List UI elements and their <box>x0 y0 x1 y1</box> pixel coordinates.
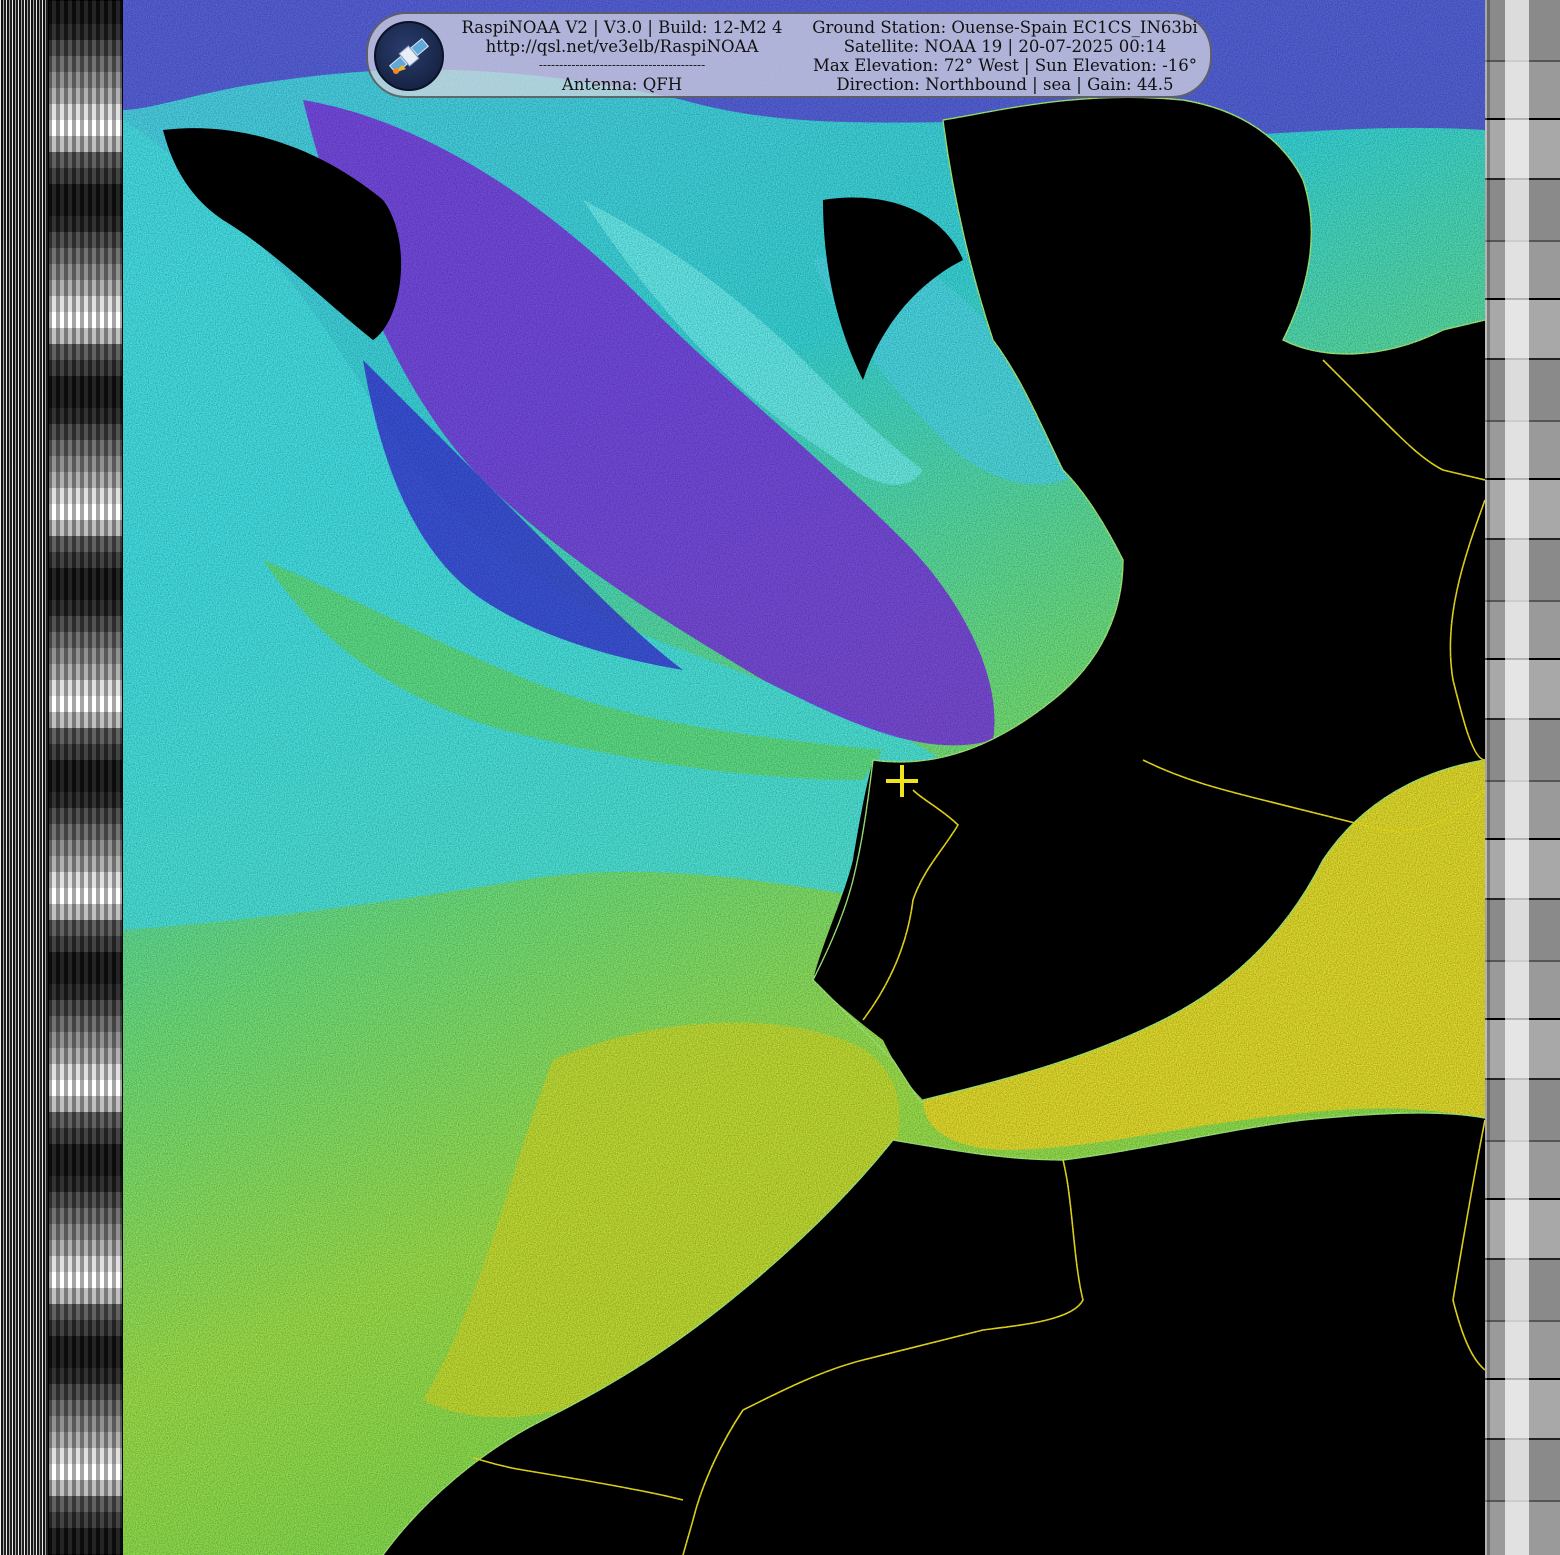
telemetry-calibration-strip-right <box>1485 0 1560 1555</box>
satellite-image-viewer: RaspiNOAA V2 | V3.0 | Build: 12-M2 4 htt… <box>0 0 1560 1555</box>
banner-divider: ----------------------------------------… <box>538 58 706 72</box>
app-version-text: RaspiNOAA V2 | V3.0 | Build: 12-M2 4 <box>461 18 783 37</box>
satellite-pass-text: Satellite: NOAA 19 | 20-07-2025 00:14 <box>843 37 1167 56</box>
satellite-icon <box>374 21 444 91</box>
weather-satellite-map <box>123 0 1485 1555</box>
noise-texture <box>123 0 1485 1555</box>
antenna-text: Antenna: QFH <box>561 75 683 94</box>
telemetry-noise-strip-left <box>0 0 48 1555</box>
ground-station-text: Ground Station: Ouense-Spain EC1CS_IN63b… <box>812 18 1198 37</box>
telemetry-calibration-strip-left <box>48 0 123 1555</box>
elevation-text: Max Elevation: 72° West | Sun Elevation:… <box>813 56 1197 75</box>
direction-gain-text: Direction: Northbound | sea | Gain: 44.5 <box>836 75 1174 94</box>
project-url-text: http://qsl.net/ve3elb/RaspiNOAA <box>485 37 759 56</box>
